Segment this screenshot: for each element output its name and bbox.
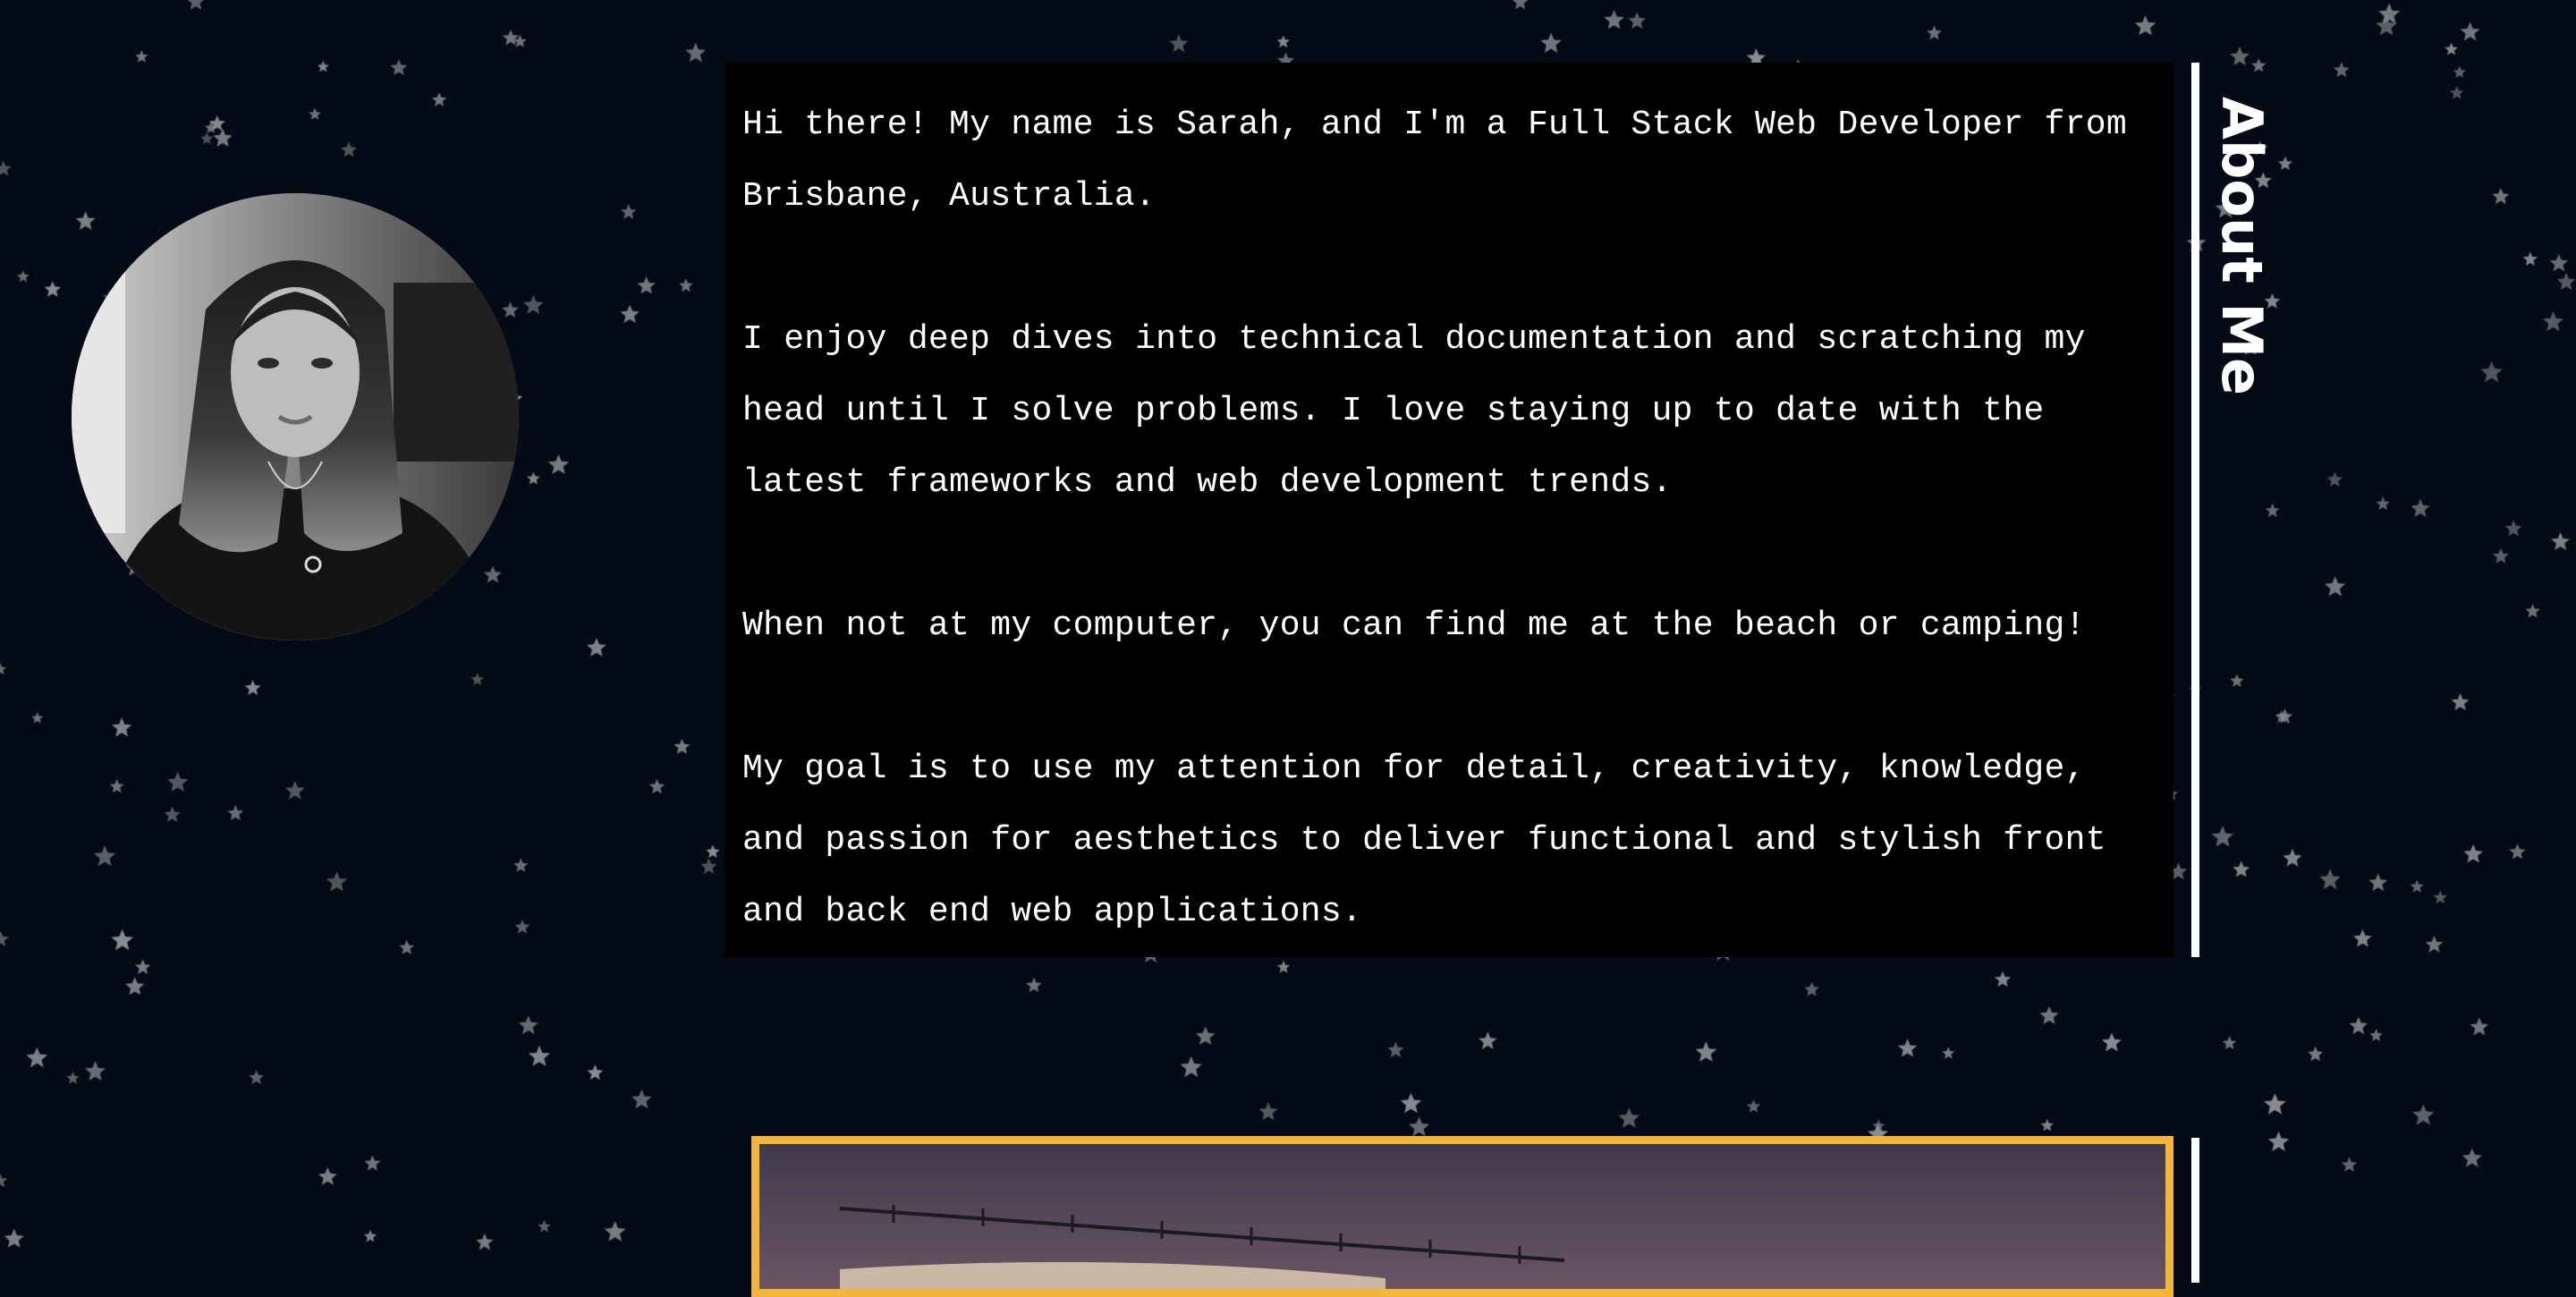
about-interests-paragraph: I enjoy deep dives into technical docume… xyxy=(742,320,2086,502)
about-me-heading-text: About Me xyxy=(2209,97,2275,396)
section-divider-line xyxy=(2191,63,2199,957)
about-hobbies-paragraph: When not at my computer, you can find me… xyxy=(742,606,2086,645)
about-intro-paragraph: Hi there! My name is Sarah, and I'm a Fu… xyxy=(742,106,2127,216)
project-preview-image[interactable] xyxy=(751,1136,2174,1297)
about-goal-paragraph: My goal is to use my attention for detai… xyxy=(742,750,2106,931)
about-text-panel: Hi there! My name is Sarah, and I'm a Fu… xyxy=(724,63,2174,957)
section-divider-line-lower xyxy=(2191,1138,2199,1283)
profile-photo xyxy=(72,193,519,640)
about-me-heading: About Me xyxy=(2206,97,2277,395)
